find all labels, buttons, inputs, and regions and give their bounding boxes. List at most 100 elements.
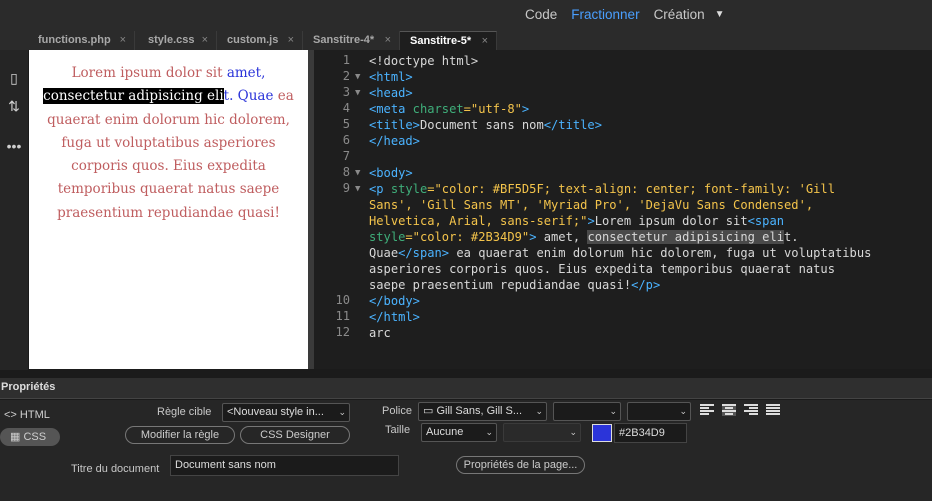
html-mode-button[interactable]: <> HTML: [0, 406, 60, 424]
file-icon[interactable]: ▯: [4, 70, 24, 88]
code-line: saepe praesentium repudiandae quasi!</p>: [369, 277, 660, 293]
code-token: <!doctype html>: [369, 54, 479, 68]
code-line: </body>: [369, 293, 420, 309]
code-token: ="utf-8": [463, 102, 522, 116]
code-editor[interactable]: 1 2 3 4 5 6 7 8 9 10 11 12 ▼ ▼ ▼ ▼ <!doc…: [314, 50, 932, 369]
code-token: </html>: [369, 310, 420, 324]
page-properties-button[interactable]: Propriétés de la page...: [456, 456, 585, 474]
preview-span-text: amet,: [226, 65, 266, 81]
tab-style-css[interactable]: style.css ×: [138, 31, 217, 50]
edit-rule-button[interactable]: Modifier la règle: [125, 426, 235, 444]
close-icon[interactable]: ×: [202, 31, 208, 50]
code-token: amet,: [536, 230, 588, 244]
sort-arrows-icon[interactable]: ⇅: [4, 98, 24, 116]
code-token: ="color: #2B34D9": [405, 230, 530, 244]
code-line: <title>Document sans nom</title>: [369, 117, 602, 133]
doc-title-input[interactable]: Document sans nom: [170, 455, 399, 476]
code-token: </title>: [543, 118, 602, 132]
split-view-button[interactable]: Fractionner: [571, 7, 639, 22]
fold-arrow-icon[interactable]: ▼: [355, 72, 360, 82]
line-number: 2: [342, 69, 350, 83]
code-token: >: [521, 102, 530, 116]
code-token: </body>: [369, 294, 420, 308]
code-token: </p>: [631, 278, 661, 292]
code-line: <body>: [369, 165, 413, 181]
tab-label: functions.php: [38, 34, 111, 46]
code-selection: consectetur adipisicing eli: [587, 230, 785, 244]
chevron-down-icon: ⌄: [535, 406, 543, 416]
code-line: <p style="color: #BF5D5F; text-align: ce…: [369, 181, 835, 197]
code-line: <head>: [369, 85, 413, 101]
line-number: 6: [342, 133, 350, 147]
chevron-down-icon: ⌄: [609, 406, 617, 416]
code-token: ="color: #BF5D5F; text-align: center; fo…: [427, 182, 835, 196]
view-switcher: Code Fractionner Création ▼: [525, 0, 739, 28]
size-label: Taille: [385, 424, 411, 436]
code-token: style: [369, 230, 406, 244]
code-token: charset: [405, 102, 464, 116]
properties-panel-header: Propriétés: [0, 378, 932, 399]
top-bar: Code Fractionner Création ▼: [0, 0, 932, 31]
fold-arrow-icon[interactable]: ▼: [355, 168, 360, 178]
code-token: >: [587, 214, 595, 228]
fold-arrow-icon[interactable]: ▼: [355, 184, 360, 194]
close-icon[interactable]: ×: [120, 31, 126, 50]
preview-span-text: t. Quae: [223, 88, 274, 105]
fold-arrow-icon[interactable]: ▼: [355, 88, 360, 98]
monitor-icon: ▭: [423, 405, 434, 417]
chevron-down-icon[interactable]: ▼: [715, 9, 725, 20]
size-unit-select[interactable]: ⌄: [503, 423, 581, 442]
more-options-icon[interactable]: •••: [4, 138, 24, 156]
chevron-down-icon: ⌄: [569, 427, 577, 437]
font-select[interactable]: ▭ Gill Sans, Gill S... ⌄: [418, 402, 547, 421]
size-select[interactable]: Aucune ⌄: [421, 423, 497, 442]
preview-text: Lorem ipsum dolor sit: [71, 65, 227, 81]
align-center-icon[interactable]: [722, 404, 736, 416]
tab-label: Sanstitre-4*: [313, 34, 375, 46]
font-weight-select[interactable]: ⌄: [627, 402, 691, 421]
css-designer-button[interactable]: CSS Designer: [240, 426, 350, 444]
code-token: <body>: [369, 166, 413, 180]
close-icon[interactable]: ×: [288, 31, 294, 50]
align-right-icon[interactable]: [744, 404, 758, 416]
font-label: Police: [382, 405, 412, 417]
tab-sanstitre-4[interactable]: Sanstitre-4* ×: [303, 31, 400, 50]
target-rule-value: <Nouveau style in...: [227, 406, 324, 418]
code-line: arc: [369, 325, 391, 341]
align-justify-icon[interactable]: [766, 404, 780, 416]
code-token: Sans', 'Gill Sans MT', 'Myriad Pro', 'De…: [369, 198, 814, 212]
code-token: style: [383, 182, 428, 196]
tab-custom-js[interactable]: custom.js ×: [217, 31, 303, 50]
target-rule-select[interactable]: <Nouveau style in... ⌄: [222, 403, 350, 422]
code-token: <meta: [369, 102, 406, 116]
close-icon[interactable]: ×: [385, 31, 391, 50]
color-swatch[interactable]: [592, 424, 612, 442]
tab-functions-php[interactable]: functions.php ×: [28, 31, 135, 50]
code-token: arc: [369, 326, 391, 340]
design-view-button[interactable]: Création: [654, 7, 705, 22]
code-token: ea quaerat enim dolorum hic dolorem, fug…: [449, 246, 872, 260]
properties-panel: <> HTML ▦ CSS Règle cible <Nouveau style…: [0, 400, 932, 501]
code-view-button[interactable]: Code: [525, 7, 557, 22]
line-number: 1: [342, 53, 350, 67]
font-style-select[interactable]: ⌄: [553, 402, 621, 421]
code-token: <html>: [369, 70, 413, 84]
close-icon[interactable]: ×: [482, 32, 488, 51]
app-window: Code Fractionner Création ▼ functions.ph…: [0, 0, 932, 501]
color-field[interactable]: #2B34D9: [614, 423, 687, 443]
code-line: style="color: #2B34D9"> amet, consectetu…: [369, 229, 799, 245]
code-line: </html>: [369, 309, 420, 325]
font-value: Gill Sans, Gill S...: [436, 405, 523, 417]
code-line: </head>: [369, 133, 420, 149]
code-token: t.: [784, 230, 799, 244]
align-left-icon[interactable]: [700, 404, 714, 416]
html-mode-label: HTML: [19, 409, 50, 421]
css-mode-button[interactable]: ▦ CSS: [0, 428, 60, 446]
code-token: Quae: [369, 246, 399, 260]
code-token: saepe praesentium repudiandae quasi!: [369, 278, 632, 292]
code-token: <p: [369, 182, 384, 196]
code-line: <meta charset="utf-8">: [369, 101, 529, 117]
design-preview[interactable]: Lorem ipsum dolor sit amet, consectetur …: [29, 50, 308, 369]
tab-label: Sanstitre-5*: [410, 35, 472, 47]
tab-sanstitre-5[interactable]: Sanstitre-5* ×: [400, 31, 497, 50]
